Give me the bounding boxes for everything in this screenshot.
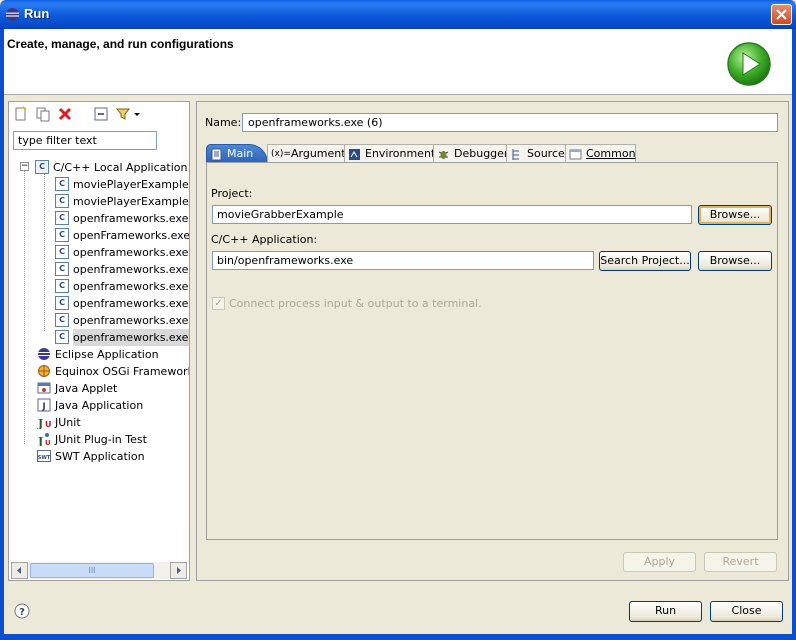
help-icon[interactable]: ? (14, 603, 30, 619)
c-app-icon: C (35, 160, 49, 174)
tab-source[interactable]: Source (506, 144, 566, 163)
dialog-banner: Create, manage, and run configurations (4, 29, 792, 95)
chevron-right-icon (177, 567, 181, 574)
c-icon: C (55, 211, 69, 225)
c-icon: C (55, 279, 69, 293)
java-app-icon: J (37, 398, 51, 412)
project-input[interactable] (212, 205, 692, 224)
connect-terminal-label: Connect process input & output to a term… (229, 297, 482, 310)
common-icon (569, 149, 582, 160)
browse-application-button[interactable]: Browse... (698, 251, 772, 271)
title-bar[interactable]: Run (0, 0, 796, 29)
c-icon: C (55, 245, 69, 259)
svg-text:SWT: SWT (38, 455, 51, 461)
name-label: Name: (205, 116, 242, 129)
osgi-icon (38, 365, 50, 377)
application-input[interactable] (212, 251, 594, 270)
svg-text:U: U (45, 420, 51, 429)
main-tab-panel: Project: Browse... C/C++ Application: Se… (206, 162, 778, 540)
junit-icon: J U (37, 417, 51, 429)
svg-text:J: J (37, 417, 43, 429)
source-icon (512, 149, 519, 160)
tab-arguments[interactable]: (x)= Arguments (267, 144, 351, 163)
chevron-down-icon[interactable] (133, 106, 141, 122)
eclipse-icon (5, 7, 20, 22)
application-label: C/C++ Application: (211, 233, 318, 246)
c-icon: C (55, 228, 69, 242)
svg-text:J: J (37, 435, 43, 446)
configuration-editor-pane: Name: Main (x)= Arguments Environment (196, 101, 789, 581)
window-frame-right (792, 29, 796, 640)
configuration-tree: − C C/C++ Local Application C moviePlaye… (9, 157, 189, 557)
main-tab-icon (211, 148, 222, 161)
svg-text:U: U (45, 439, 51, 446)
tab-environment[interactable]: Environment (344, 144, 435, 163)
run-large-icon (727, 42, 771, 86)
window-title: Run (24, 6, 50, 21)
tab-debugger[interactable]: Debugger (433, 144, 508, 163)
config-name-input[interactable] (242, 113, 778, 132)
new-config-icon[interactable] (13, 106, 29, 122)
scroll-right-button[interactable] (170, 562, 187, 579)
applet-icon (37, 382, 51, 394)
horizontal-scrollbar[interactable]: III (11, 562, 187, 579)
window-frame-left (0, 29, 4, 640)
close-window-button[interactable] (771, 4, 792, 25)
junit-plugin-icon: J U (37, 433, 51, 446)
close-button[interactable]: Close (710, 601, 783, 622)
duplicate-config-icon[interactable] (35, 106, 51, 122)
filter-config-icon[interactable] (115, 106, 131, 122)
tree-collapse-toggle[interactable]: − (20, 162, 29, 171)
tab-common[interactable]: Common (565, 144, 636, 163)
c-icon: C (55, 330, 69, 344)
eclipse-icon (38, 348, 50, 360)
debugger-icon (438, 151, 449, 159)
project-label: Project: (211, 187, 253, 200)
collapse-all-icon[interactable] (93, 106, 109, 122)
browse-project-button[interactable]: Browse... (698, 205, 772, 225)
scroll-left-button[interactable] (11, 562, 28, 579)
apply-button[interactable]: Apply (623, 552, 696, 572)
close-icon (776, 9, 787, 20)
revert-button[interactable]: Revert (704, 552, 777, 572)
search-project-button[interactable]: Search Project... (599, 251, 691, 271)
c-icon: C (55, 177, 69, 191)
configuration-list-pane: − C C/C++ Local Application C moviePlaye… (8, 101, 190, 581)
delete-config-icon[interactable] (57, 106, 73, 122)
tab-main[interactable]: Main (206, 144, 268, 163)
environment-icon (349, 149, 360, 160)
dialog-description: Create, manage, and run configurations (7, 37, 234, 51)
config-tabs: Main (x)= Arguments Environment Debugger… (206, 143, 774, 163)
c-icon: C (55, 313, 69, 327)
svg-text:?: ? (19, 607, 25, 618)
c-icon: C (55, 262, 69, 276)
connect-terminal-checkbox[interactable]: ✓ (212, 297, 225, 310)
swt-icon: SWT (37, 450, 51, 462)
c-icon: C (55, 194, 69, 208)
scroll-thumb[interactable]: III (30, 563, 154, 578)
chevron-left-icon (17, 567, 21, 574)
c-icon: C (55, 296, 69, 310)
filter-input[interactable] (13, 131, 157, 150)
svg-text:J: J (41, 402, 45, 412)
arguments-icon: (x)= (271, 149, 291, 159)
run-button[interactable]: Run (629, 601, 702, 622)
window-frame-bottom (0, 634, 796, 640)
